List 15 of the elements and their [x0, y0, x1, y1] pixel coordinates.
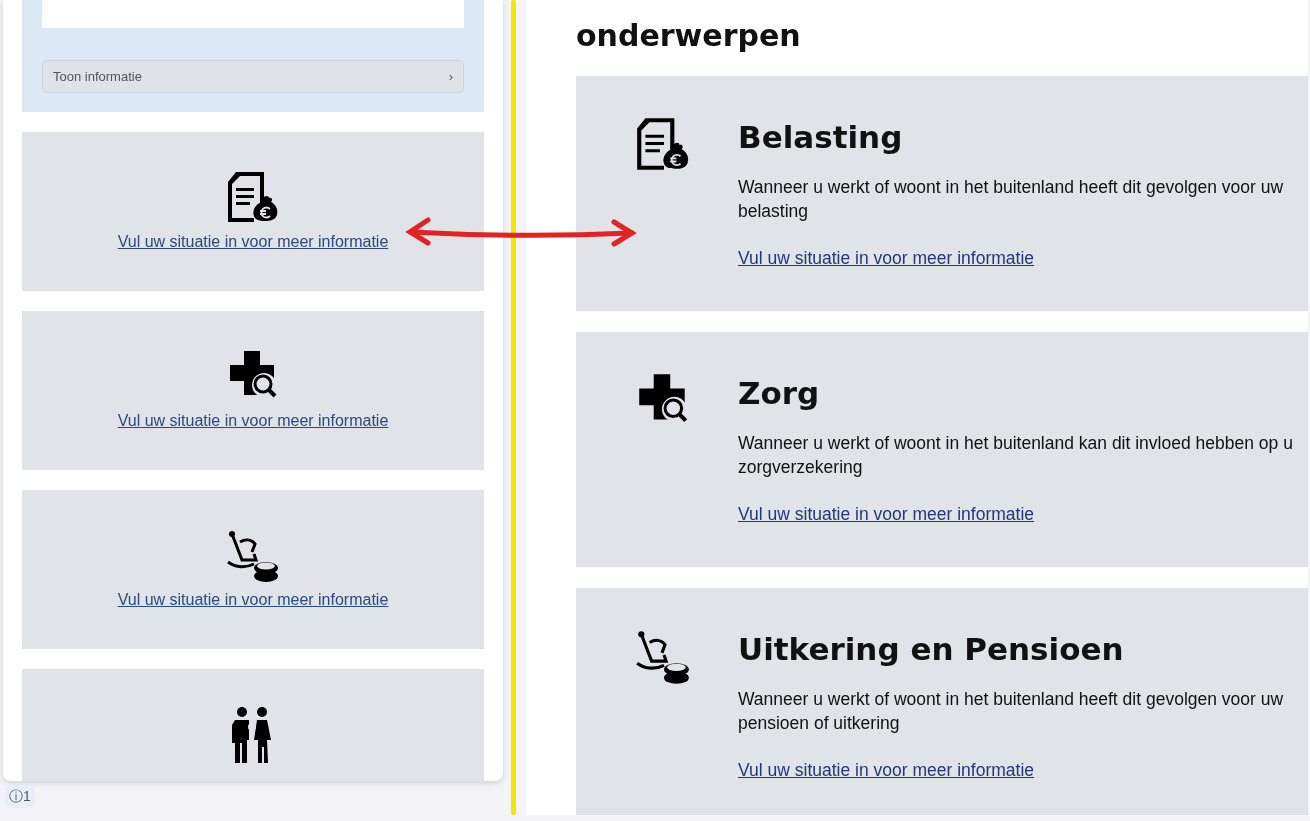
info-link[interactable]: Vul uw situatie in voor meer informatie: [738, 759, 1034, 780]
info-link[interactable]: Vul uw situatie in voor meer informatie: [117, 230, 389, 254]
show-info-button[interactable]: Toon informatie ›: [42, 60, 464, 93]
info-count-badge[interactable]: ⓘ1: [5, 785, 35, 808]
info-link[interactable]: Vul uw situatie in voor meer informatie: [117, 409, 389, 433]
info-link[interactable]: Vul uw situatie in voor meer informatie: [738, 503, 1034, 524]
topic-title: Uitkering en Pensioen: [738, 630, 1125, 669]
topic-title: Belasting: [738, 118, 904, 157]
info-link[interactable]: Vul uw situatie in voor meer informatie: [117, 588, 389, 612]
topic-description: Wanneer u werkt of woont in het buitenland heeft dit gevolgen voor uw belasting: [738, 175, 1285, 223]
section-heading: onderwerpen: [576, 18, 802, 54]
topic-title: Zorg: [738, 374, 821, 413]
info-link[interactable]: Vul uw situatie in voor meer informatie: [738, 247, 1034, 268]
topic-description: Wanneer u werkt of woont in het buitenland heeft dit gevolgen voor uw pensioen of uitkering: [738, 687, 1285, 735]
topic-description: Wanneer u werkt of woont in het buitenland kan dit invloed hebben op u zorgverzekering: [738, 431, 1294, 479]
